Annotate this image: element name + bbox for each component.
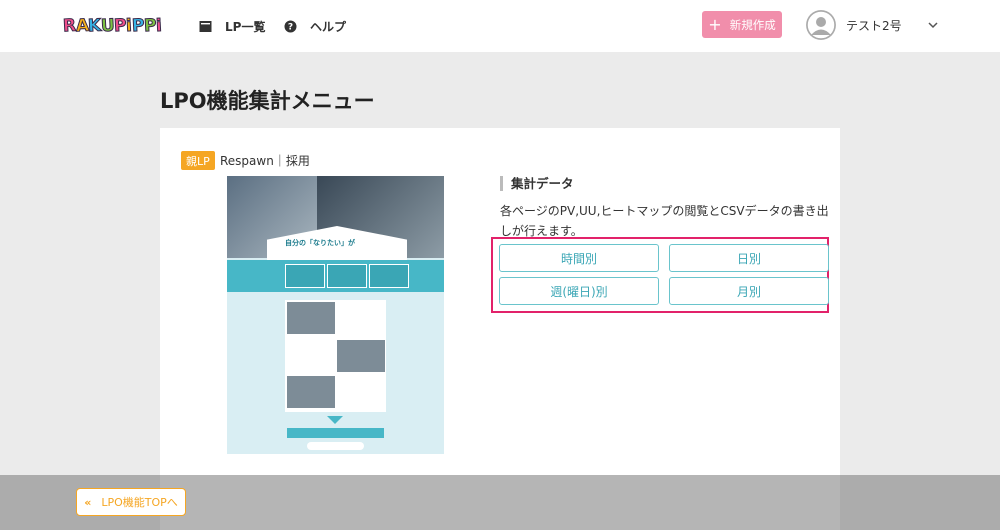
thumbnail-cta: [287, 428, 384, 438]
thumbnail-photo: [287, 376, 335, 408]
thumbnail-photo: [287, 302, 335, 334]
plus-icon: +: [708, 14, 722, 34]
page-title: LPO機能集計メニュー: [160, 89, 375, 113]
hourly-button[interactable]: 時間別: [499, 244, 659, 272]
double-chevron-left-icon: «: [84, 495, 92, 509]
new-create-label: 新規作成: [729, 17, 776, 32]
document-icon: [198, 19, 212, 33]
user-name[interactable]: テスト2号: [846, 17, 902, 34]
thumbnail-chip: [327, 264, 367, 288]
weekday-button[interactable]: 週(曜日)別: [499, 277, 659, 305]
new-create-button[interactable]: + 新規作成: [702, 11, 782, 38]
chevron-down-icon[interactable]: [926, 17, 940, 31]
monthly-button[interactable]: 月別: [669, 277, 829, 305]
nav-help-label: ヘルプ: [310, 19, 347, 34]
nav-lp-list-label: LP一覧: [225, 19, 266, 34]
back-to-lpo-top-button[interactable]: « LPO機能TOPへ: [76, 488, 186, 516]
section-description: 各ページのPV,UU,ヒートマップの閲覧とCSVデータの書き出しが行えます。: [500, 204, 829, 238]
lp-card: 親LP Respawn｜採用 自分の「なりたい」が 集計データ 各ページのPV,…: [160, 128, 840, 530]
daily-button[interactable]: 日別: [669, 244, 829, 272]
nav-lp-list[interactable]: LP一覧: [198, 17, 265, 35]
svg-text:?: ?: [287, 22, 292, 32]
top-header: RAKUPiPPi LP一覧 ? ヘルプ + 新規作成 テスト2号: [0, 0, 1000, 52]
thumbnail-arrow: [327, 416, 343, 424]
app-logo[interactable]: RAKUPiPPi: [62, 11, 162, 41]
user-avatar[interactable]: [806, 10, 836, 40]
lp-thumbnail: 自分の「なりたい」が: [227, 176, 444, 454]
back-label: LPO機能TOPへ: [101, 496, 178, 509]
thumbnail-photo: [337, 340, 385, 372]
thumbnail-cta-button: [307, 442, 364, 450]
thumbnail-chip: [369, 264, 409, 288]
lp-name: Respawn｜採用: [220, 154, 310, 168]
thumbnail-headline: 自分の「なりたい」が: [285, 239, 355, 247]
thumbnail-chip: [285, 264, 325, 288]
parent-lp-badge: 親LP: [181, 151, 215, 170]
nav-help[interactable]: ? ヘルプ: [283, 17, 346, 35]
help-icon: ?: [283, 19, 297, 33]
aggregate-button-group: 時間別 日別 週(曜日)別 月別: [491, 237, 829, 313]
section-title: 集計データ: [500, 176, 574, 191]
